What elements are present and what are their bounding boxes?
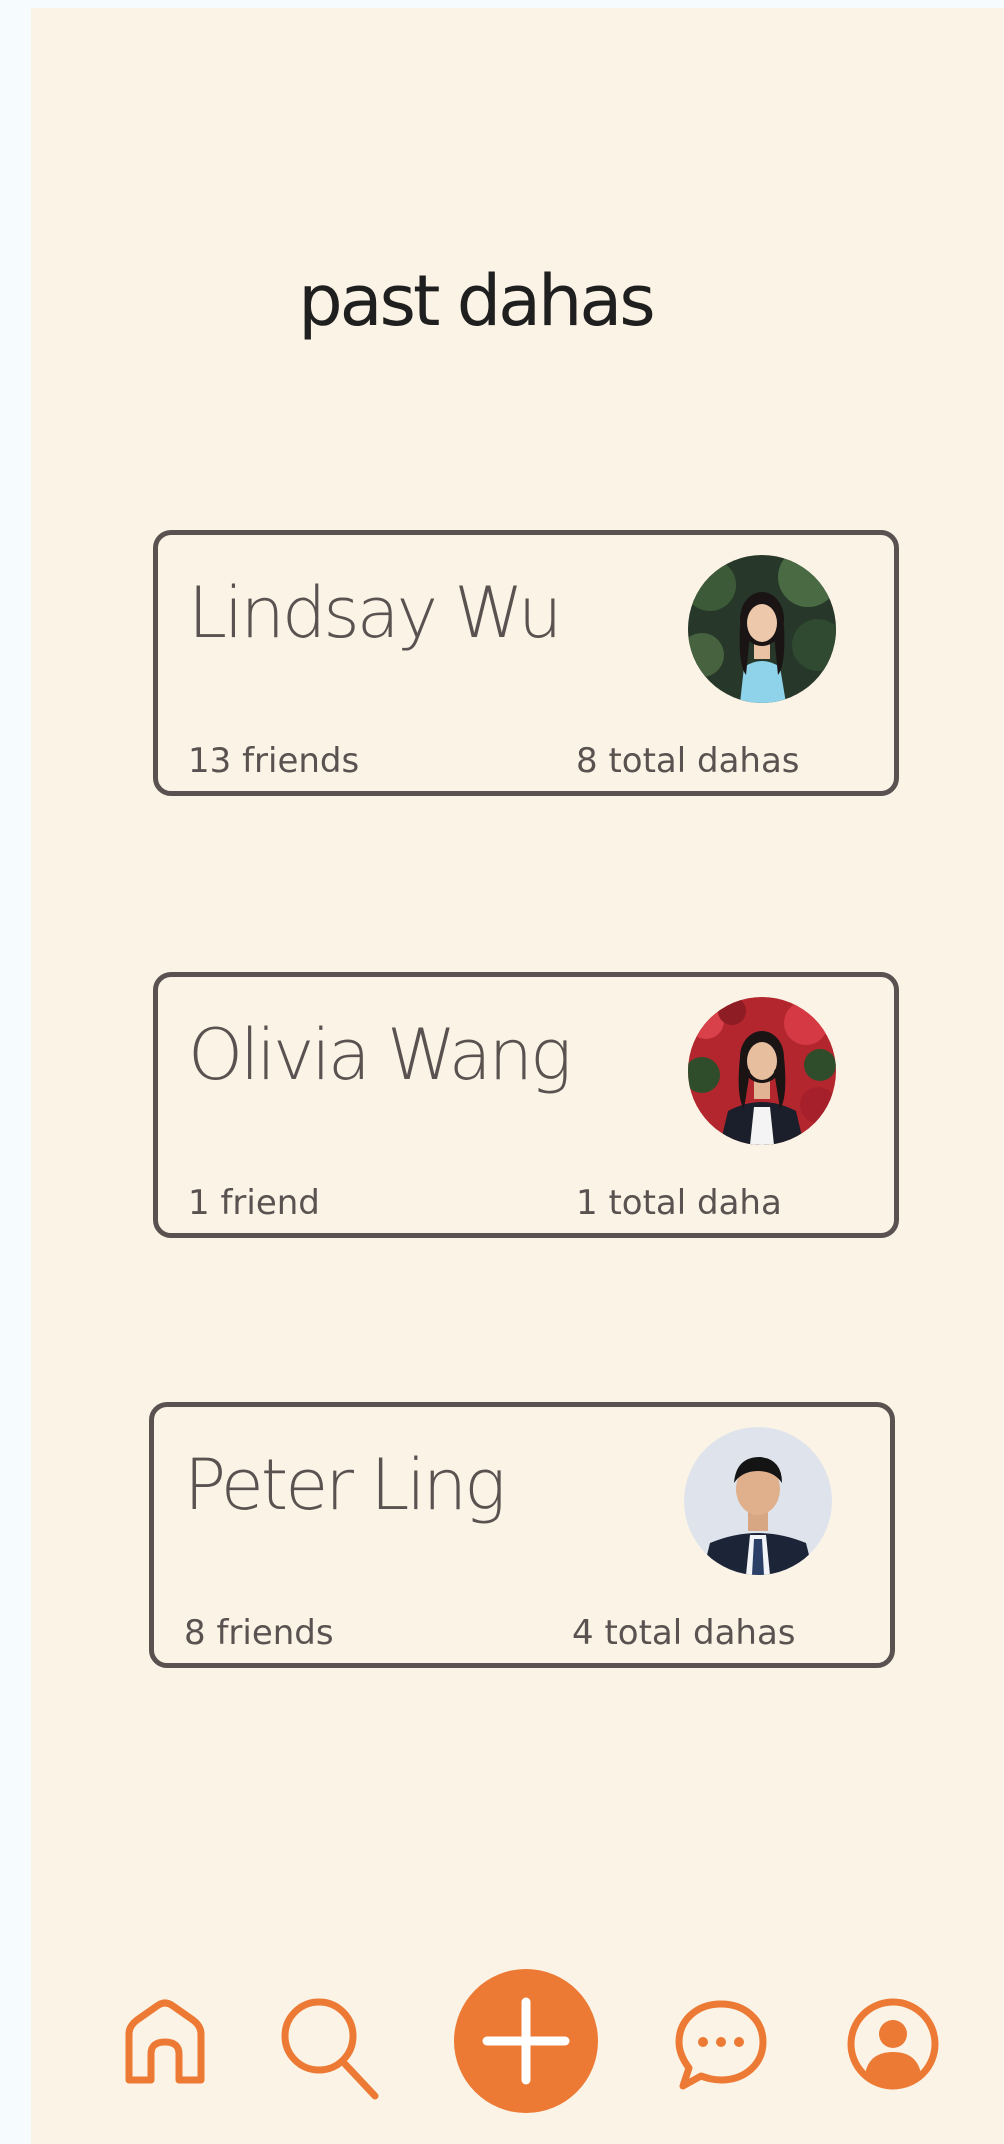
- dahas-count: 4 total dahas: [572, 1613, 796, 1653]
- friends-count: 1 friend: [188, 1183, 320, 1223]
- card-person-name: Olivia Wang: [188, 1014, 572, 1096]
- dahas-count: 8 total dahas: [576, 741, 800, 781]
- card-person-name: Peter Ling: [184, 1444, 506, 1526]
- bottom-nav-bar: [31, 1968, 1004, 2118]
- avatar: [688, 555, 836, 703]
- friends-count: 8 friends: [184, 1613, 334, 1653]
- avatar: [688, 997, 836, 1145]
- app-screen: past dahas Lindsay Wu 13 friends 8 total…: [31, 8, 1004, 2144]
- dahas-count: 1 total daha: [576, 1183, 782, 1223]
- daha-card-peter-ling[interactable]: Peter Ling 8 friends 4 total dahas: [149, 1402, 895, 1668]
- page-title: past dahas: [298, 260, 656, 342]
- nav-home[interactable]: [115, 1994, 215, 2094]
- chat-icon: [675, 2000, 767, 2090]
- add-icon: [454, 1969, 598, 2113]
- daha-card-lindsay-wu[interactable]: Lindsay Wu 13 friends 8 total dahas: [153, 530, 899, 796]
- nav-add-button[interactable]: [453, 1968, 599, 2114]
- daha-card-olivia-wang[interactable]: Olivia Wang 1 friend 1 total daha: [153, 972, 899, 1238]
- nav-profile[interactable]: [843, 1996, 943, 2096]
- home-icon: [125, 1999, 205, 2084]
- friends-count: 13 friends: [188, 741, 360, 781]
- card-person-name: Lindsay Wu: [188, 572, 562, 654]
- profile-icon: [847, 1998, 939, 2090]
- avatar: [684, 1427, 832, 1575]
- nav-search[interactable]: [275, 1992, 387, 2104]
- search-icon: [281, 1998, 379, 2100]
- nav-messages[interactable]: [671, 1996, 771, 2096]
